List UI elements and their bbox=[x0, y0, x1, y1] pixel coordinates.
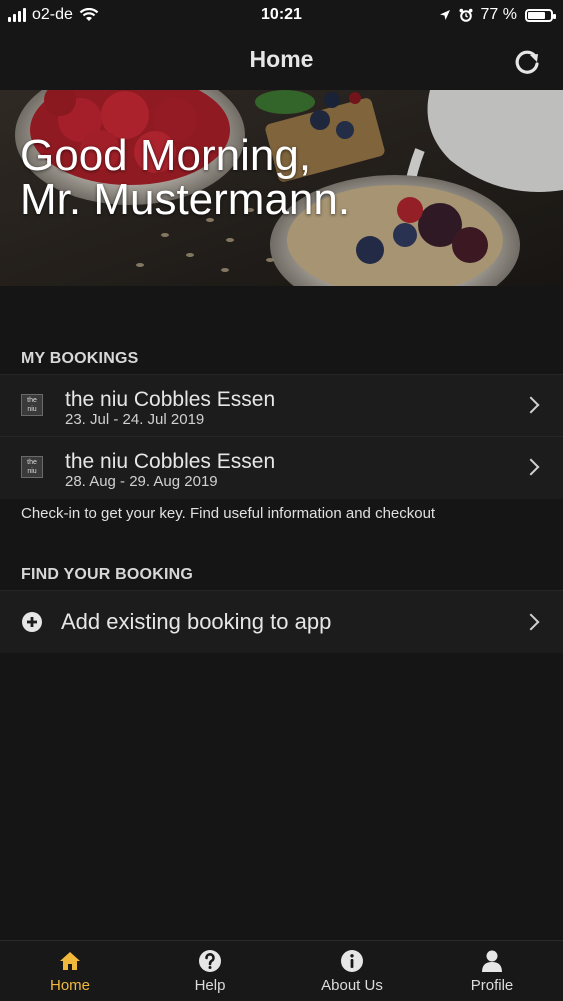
add-booking-button[interactable]: Add existing booking to app bbox=[0, 590, 563, 653]
hotel-logo-icon: the niu bbox=[21, 394, 43, 416]
tab-about-us-label: About Us bbox=[321, 977, 383, 994]
tab-help[interactable]: Help bbox=[140, 941, 280, 1001]
find-booking-header: FIND YOUR BOOKING bbox=[21, 566, 194, 583]
alarm-icon bbox=[459, 8, 473, 22]
my-bookings-header: MY BOOKINGS bbox=[21, 350, 139, 367]
logo-text-bottom: niu bbox=[27, 406, 37, 413]
tab-home[interactable]: Home bbox=[0, 941, 140, 1001]
booking-row[interactable]: the niu the niu Cobbles Essen 28. Aug - … bbox=[0, 436, 563, 499]
home-icon bbox=[60, 952, 80, 970]
battery-percent: 77 % bbox=[480, 6, 517, 23]
profile-icon bbox=[482, 950, 502, 972]
status-bar: o2-de 10:21 77 % bbox=[0, 0, 563, 30]
booking-row[interactable]: the niu the niu Cobbles Essen 23. Jul - … bbox=[0, 374, 563, 437]
add-booking-label: Add existing booking to app bbox=[61, 609, 332, 634]
hotel-logo-icon: the niu bbox=[21, 456, 43, 478]
navigation-bar: Home bbox=[0, 30, 563, 90]
info-icon bbox=[341, 950, 363, 972]
greeting-line-1: Good Morning, bbox=[20, 131, 312, 180]
tab-about-us[interactable]: About Us bbox=[282, 941, 422, 1001]
greeting-line-2: Mr. Mustermann. bbox=[20, 175, 351, 224]
tab-profile[interactable]: Profile bbox=[422, 941, 562, 1001]
booking-hotel-name: the niu Cobbles Essen bbox=[65, 388, 276, 411]
chevron-right-icon bbox=[522, 458, 540, 476]
logo-text-top: the bbox=[27, 459, 37, 466]
chevron-right-icon bbox=[522, 613, 540, 631]
booking-dates: 23. Jul - 24. Jul 2019 bbox=[65, 411, 205, 428]
booking-hotel-name: the niu Cobbles Essen bbox=[65, 450, 276, 473]
status-right: 77 % bbox=[439, 6, 556, 24]
tab-home-label: Home bbox=[49, 977, 90, 994]
plus-circle-icon bbox=[22, 612, 42, 632]
location-arrow-icon bbox=[439, 10, 450, 20]
booking-dates: 28. Aug - 29. Aug 2019 bbox=[65, 473, 218, 490]
refresh-icon[interactable] bbox=[511, 46, 543, 78]
chevron-right-icon bbox=[522, 396, 540, 414]
greeting-text: Good Morning, Mr. Mustermann. bbox=[20, 134, 350, 222]
bookings-hint: Check-in to get your key. Find useful in… bbox=[21, 505, 436, 522]
battery-icon bbox=[525, 8, 556, 22]
help-icon bbox=[199, 950, 221, 972]
logo-text-top: the bbox=[27, 397, 37, 404]
tab-bar: Home Help About Us Profile bbox=[0, 940, 563, 1001]
logo-text-bottom: niu bbox=[27, 468, 37, 475]
battery-fill bbox=[528, 11, 545, 19]
page-title: Home bbox=[249, 46, 314, 72]
tab-help-label: Help bbox=[194, 977, 226, 994]
hero-banner: Good Morning, Mr. Mustermann. bbox=[0, 90, 563, 286]
tab-profile-label: Profile bbox=[470, 977, 514, 994]
